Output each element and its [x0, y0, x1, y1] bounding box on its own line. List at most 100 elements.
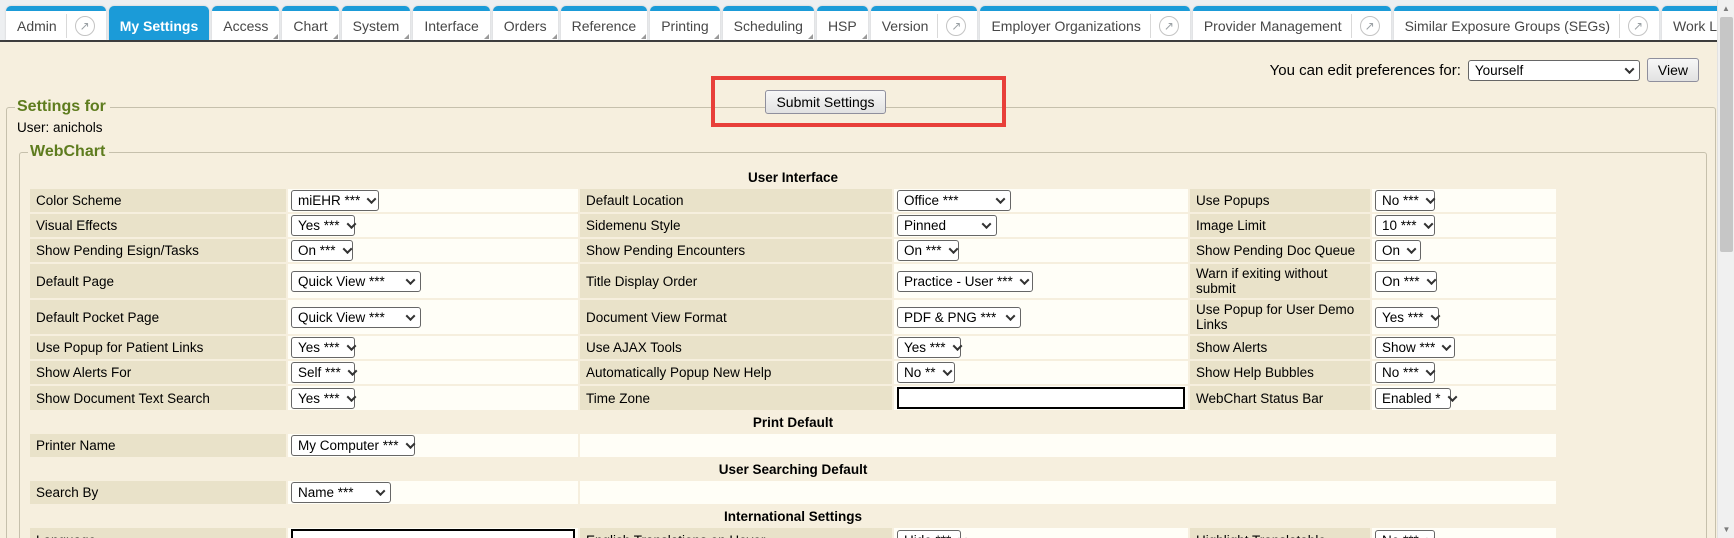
tab-employer-organizations[interactable]: Employer Organizations ↗ [980, 6, 1189, 40]
chevron-down-icon [1442, 341, 1452, 351]
default-page-select[interactable]: Quick View *** [291, 271, 421, 292]
title-display-order-select[interactable]: Practice - User *** [897, 271, 1033, 292]
chevron-down-icon [405, 439, 415, 449]
tab-interface[interactable]: Interface [413, 6, 489, 40]
external-link-icon[interactable]: ↗ [946, 16, 966, 36]
search-by-select[interactable]: Name *** [291, 482, 391, 503]
selected-value: Show *** [1382, 340, 1435, 355]
setting-value-automatically-popup-new-help: No ** [894, 361, 1188, 384]
use-popup-for-patient-links-select[interactable]: Yes *** [291, 337, 355, 358]
chevron-down-icon [948, 244, 958, 254]
selected-value: No *** [1382, 533, 1419, 538]
tab-access[interactable]: Access [212, 6, 279, 40]
setting-value-time-zone [894, 386, 1188, 410]
show-pending-doc-queue-select[interactable]: On [1375, 240, 1421, 261]
settings-row: LanguageEnglish Translations on HoverHid… [30, 528, 1556, 538]
document-view-format-select[interactable]: PDF & PNG *** [897, 307, 1021, 328]
scrollbar-thumb[interactable] [1720, 17, 1733, 252]
chevron-down-icon [346, 219, 356, 229]
tab-printing[interactable]: Printing [650, 6, 719, 40]
highlight-translatable-select[interactable]: No *** [1375, 530, 1435, 538]
use-popup-for-user-demo-links-select[interactable]: Yes *** [1375, 307, 1439, 328]
selected-value: On [1382, 243, 1400, 258]
show-pending-encounters-select[interactable]: On *** [897, 240, 959, 261]
warn-if-exiting-without-submit-select[interactable]: On *** [1375, 271, 1437, 292]
tab-label: Reference [572, 18, 637, 34]
chevron-down-icon [1423, 219, 1433, 229]
chevron-down-icon [346, 341, 356, 351]
submit-settings-button[interactable]: Submit Settings [765, 90, 885, 114]
chevron-down-icon [1430, 311, 1440, 321]
show-help-bubbles-select[interactable]: No *** [1375, 362, 1435, 383]
tab-divider [1619, 14, 1620, 38]
use-popups-select[interactable]: No *** [1375, 190, 1435, 211]
tab-system[interactable]: System [342, 6, 411, 40]
setting-label-default-location: Default Location [580, 189, 892, 212]
color-scheme-select[interactable]: miEHR *** [291, 190, 379, 211]
chevron-down-icon [942, 366, 952, 376]
automatically-popup-new-help-select[interactable]: No ** [897, 362, 955, 383]
visual-effects-select[interactable]: Yes *** [291, 215, 355, 236]
settings-row: Visual EffectsYes ***Sidemenu StylePinne… [30, 214, 1556, 237]
tab-label: Version [882, 18, 929, 34]
tab-label: Employer Organizations [991, 18, 1140, 34]
image-limit-select[interactable]: 10 *** [1375, 215, 1435, 236]
section-header-user-searching-default: User Searching Default [30, 459, 1556, 479]
english-translations-on-hover-select[interactable]: Hide *** [897, 530, 961, 538]
chevron-down-icon [952, 341, 962, 351]
setting-label-webchart-status-bar: WebChart Status Bar [1190, 386, 1370, 410]
show-alerts-select[interactable]: Show *** [1375, 337, 1455, 358]
tab-provider-management[interactable]: Provider Management ↗ [1193, 6, 1391, 40]
default-pocket-page-select[interactable]: Quick View *** [291, 307, 421, 328]
top-nav-bar: Admin↗My Settings Access ChartSystem Interf… [0, 0, 1717, 42]
scroll-down-arrow-icon[interactable]: ▼ [1718, 521, 1734, 538]
dropdown-corner-icon [273, 34, 278, 39]
chevron-down-icon [1425, 534, 1435, 538]
external-link-icon[interactable]: ↗ [1628, 16, 1648, 36]
external-link-icon[interactable]: ↗ [1159, 16, 1179, 36]
tab-label: Provider Management [1204, 18, 1342, 34]
show-alerts-for-select[interactable]: Self *** [291, 362, 355, 383]
tab-orders[interactable]: Orders [493, 6, 558, 40]
setting-label-printer-name: Printer Name [30, 434, 286, 457]
section-header-row: International Settings [30, 506, 1556, 526]
time-zone-input[interactable] [897, 387, 1185, 409]
tab-label: Interface [424, 18, 478, 34]
tab-my-settings[interactable]: My Settings [109, 6, 210, 40]
language-input[interactable] [291, 529, 575, 538]
tab-chart[interactable]: Chart [282, 6, 338, 40]
selected-value: Office *** [904, 193, 959, 208]
dropdown-corner-icon [333, 34, 338, 39]
chevron-down-icon [982, 219, 992, 229]
vertical-scrollbar[interactable]: ▲ ▼ [1717, 0, 1734, 538]
tab-hsp[interactable]: HSP [817, 6, 868, 40]
scroll-up-arrow-icon[interactable]: ▲ [1718, 0, 1734, 17]
tab-admin[interactable]: Admin↗ [6, 6, 106, 40]
tab-label: Orders [504, 18, 547, 34]
tab-version[interactable]: Version ↗ [871, 6, 978, 40]
setting-label-language: Language [30, 528, 286, 538]
tab-reference[interactable]: Reference [561, 6, 648, 40]
printer-name-select[interactable]: My Computer *** [291, 435, 415, 456]
default-location-select[interactable]: Office *** [897, 190, 1011, 211]
show-document-text-search-select[interactable]: Yes *** [291, 388, 355, 409]
dropdown-corner-icon [862, 34, 867, 39]
submit-settings-row: Submit Settings [0, 76, 1717, 127]
settings-row: Show Alerts ForSelf ***Automatically Pop… [30, 361, 1556, 384]
webchart-status-bar-select[interactable]: Enabled * [1375, 388, 1451, 409]
use-ajax-tools-select[interactable]: Yes *** [897, 337, 961, 358]
section-header-row: User Interface [30, 167, 1556, 187]
show-pending-esign-tasks-select[interactable]: On *** [291, 240, 353, 261]
external-link-icon[interactable]: ↗ [1360, 16, 1380, 36]
selected-value: On *** [1382, 274, 1420, 289]
chevron-down-icon [347, 366, 357, 376]
tab-scheduling[interactable]: Scheduling [723, 6, 814, 40]
selected-value: 10 *** [1382, 218, 1417, 233]
tab-similar-exposure-groups-segs[interactable]: Similar Exposure Groups (SEGs)↗ [1394, 6, 1659, 40]
sidemenu-style-select[interactable]: Pinned [897, 215, 997, 236]
empty-value-cell [580, 481, 1556, 504]
external-link-icon[interactable]: ↗ [75, 16, 95, 36]
setting-label-default-page: Default Page [30, 264, 286, 298]
tab-label: Access [223, 18, 268, 34]
setting-value-show-pending-doc-queue: On [1372, 239, 1556, 262]
